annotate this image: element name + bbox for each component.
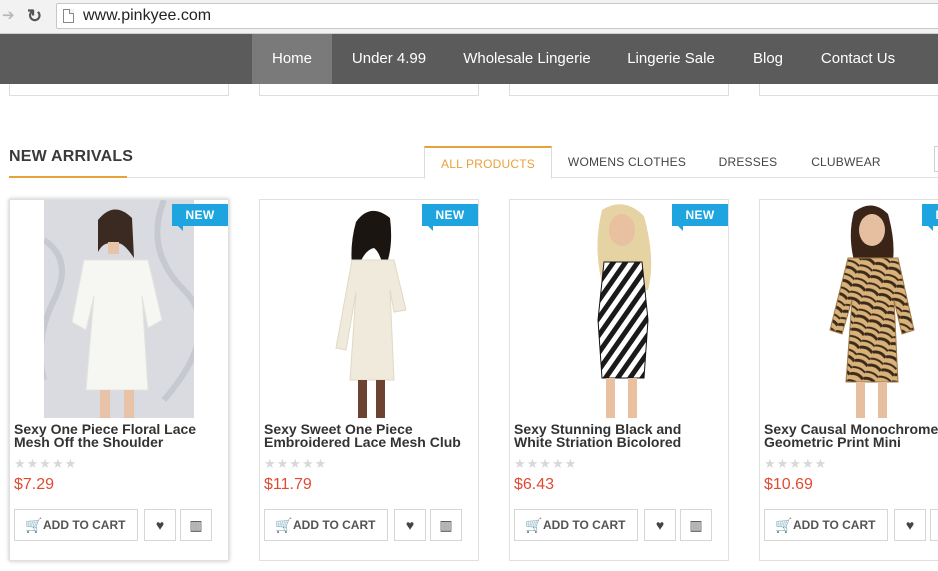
new-badge: NEW [422, 204, 478, 231]
bar-chart-icon: ▥ [189, 517, 203, 533]
star-rating: ★★★★★ [14, 456, 78, 471]
compare-button[interactable]: ▥ [180, 509, 212, 541]
cart-icon: 🛒 [775, 517, 793, 533]
tab-womens-clothes[interactable]: WOMENS CLOTHES [560, 146, 694, 179]
product-price: $10.69 [764, 476, 813, 493]
back-arrow-icon[interactable]: ➔ [2, 8, 16, 24]
nav-item-lingerie-sale[interactable]: Lingerie Sale [614, 34, 728, 84]
add-to-cart-button[interactable]: 🛒ADD TO CART [514, 509, 638, 541]
reload-icon[interactable]: ↻ [27, 6, 45, 26]
cart-icon: 🛒 [275, 517, 293, 533]
new-badge: NEW [672, 204, 728, 231]
product-card[interactable]: NEW Sexy Sweet One Piece Embroidered Lac… [259, 199, 479, 561]
section-title-underline [9, 176, 127, 178]
product-title[interactable]: Sexy Causal Monochrome Geometric Print M… [764, 422, 938, 450]
wishlist-button[interactable]: ♥ [144, 509, 176, 541]
product-image[interactable] [294, 200, 444, 418]
add-to-cart-button[interactable]: 🛒ADD TO CART [14, 509, 138, 541]
product-title[interactable]: Sexy One Piece Floral Lace Mesh Off the … [14, 422, 224, 450]
add-to-cart-label: ADD TO CART [293, 518, 376, 532]
star-rating: ★★★★★ [264, 456, 328, 471]
compare-button[interactable]: ▥ [430, 509, 462, 541]
url-text: www.pinkyee.com [83, 7, 212, 24]
wishlist-button[interactable]: ♥ [894, 509, 926, 541]
heart-icon: ♥ [405, 517, 415, 533]
previous-card-bottom [259, 84, 479, 96]
product-title-line: Geometric Print Mini [764, 434, 901, 450]
nav-item-wholesale-lingerie[interactable]: Wholesale Lingerie [452, 34, 602, 84]
compare-button[interactable]: ▥ [680, 509, 712, 541]
previous-card-bottom [509, 84, 729, 96]
page-icon [63, 9, 74, 23]
nav-item-under-4-99[interactable]: Under 4.99 [335, 34, 443, 84]
add-to-cart-label: ADD TO CART [793, 518, 876, 532]
compare-button[interactable]: ▥ [930, 509, 938, 541]
previous-card-bottom [9, 84, 229, 96]
product-title-line: Embroidered Lace Mesh Club [264, 434, 461, 450]
product-image[interactable] [44, 200, 194, 418]
address-bar[interactable]: www.pinkyee.com [56, 3, 938, 29]
cart-icon: 🛒 [25, 517, 43, 533]
product-title[interactable]: Sexy Stunning Black and White Striation … [514, 422, 724, 450]
star-rating: ★★★★★ [764, 456, 828, 471]
nav-item-contact-us[interactable]: Contact Us [808, 34, 908, 84]
section-title: NEW ARRIVALS [9, 148, 134, 165]
wishlist-button[interactable]: ♥ [644, 509, 676, 541]
product-image[interactable] [544, 200, 694, 418]
previous-card-bottom [759, 84, 938, 96]
tab-all-products[interactable]: ALL PRODUCTS [424, 146, 552, 179]
star-rating: ★★★★★ [514, 456, 578, 471]
new-badge: NEW [922, 204, 938, 231]
product-card[interactable]: NEW Sexy Stunning Black and White Striat… [509, 199, 729, 561]
bar-chart-icon: ▥ [689, 517, 703, 533]
tab-overflow-edge [934, 146, 938, 172]
product-price: $6.43 [514, 476, 555, 493]
product-card[interactable]: NEW Sexy One Piece Floral Lace Mesh Off … [9, 199, 229, 561]
bar-chart-icon: ▥ [439, 517, 453, 533]
new-badge: NEW [172, 204, 228, 231]
tab-clubwear[interactable]: CLUBWEAR [800, 146, 892, 179]
add-to-cart-button[interactable]: 🛒ADD TO CART [764, 509, 888, 541]
wishlist-button[interactable]: ♥ [394, 509, 426, 541]
add-to-cart-label: ADD TO CART [43, 518, 126, 532]
heart-icon: ♥ [905, 517, 915, 533]
add-to-cart-label: ADD TO CART [543, 518, 626, 532]
tab-dresses[interactable]: DRESSES [708, 146, 788, 179]
nav-item-blog[interactable]: Blog [738, 34, 798, 84]
product-title[interactable]: Sexy Sweet One Piece Embroidered Lace Me… [264, 422, 474, 450]
heart-icon: ♥ [155, 517, 165, 533]
main-navigation: Home Under 4.99 Wholesale Lingerie Linge… [0, 34, 938, 84]
product-title-line: White Striation Bicolored [514, 434, 682, 450]
product-price: $11.79 [264, 476, 312, 493]
browser-toolbar: ➔ ↻ www.pinkyee.com [0, 0, 938, 34]
nav-item-home[interactable]: Home [252, 34, 332, 84]
product-price: $7.29 [14, 476, 55, 493]
product-image[interactable] [794, 200, 938, 418]
product-title-line: Mesh Off the Shoulder [14, 434, 164, 450]
add-to-cart-button[interactable]: 🛒ADD TO CART [264, 509, 388, 541]
heart-icon: ♥ [655, 517, 665, 533]
product-card[interactable]: NEW Sexy Causal Monochrome Geometric Pri… [759, 199, 938, 561]
cart-icon: 🛒 [525, 517, 543, 533]
